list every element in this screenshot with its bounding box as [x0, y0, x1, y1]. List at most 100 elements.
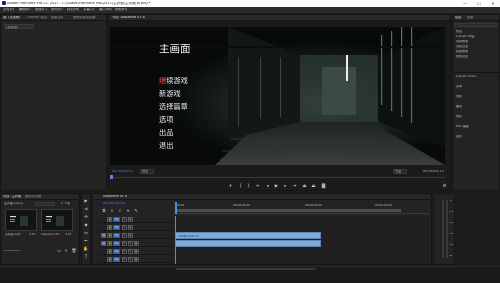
lock-icon[interactable]: 🔒	[107, 241, 112, 246]
source-patch-v1[interactable]: V1	[101, 233, 106, 238]
mark-in-icon[interactable]: {	[238, 184, 243, 189]
slip-tool-icon[interactable]: ⇔	[83, 230, 89, 236]
eye-icon[interactable]: ◉	[128, 233, 133, 238]
go-to-out-icon[interactable]: ⇥	[292, 184, 297, 189]
microphone-icon[interactable]: ●	[134, 241, 139, 246]
section-basic[interactable]: 基本	[456, 85, 462, 88]
close-button[interactable]: ✕	[486, 0, 500, 7]
track-label[interactable]: V3	[113, 217, 120, 222]
minimize-button[interactable]: —	[458, 0, 472, 7]
tab-media-browser[interactable]: 媒体浏览器	[25, 195, 41, 198]
tab-info[interactable]: 信息	[455, 16, 461, 19]
tree-lumetri-presets[interactable]: Lumetri 预设	[456, 35, 475, 38]
tab-project[interactable]: 项目: 主界面	[3, 195, 21, 198]
tree-video-transitions[interactable]: 视频过渡	[456, 55, 468, 58]
menu-sequence[interactable]: 序列(S)	[51, 8, 63, 11]
program-settings-icon[interactable]: ⚙	[442, 184, 447, 189]
video-clip[interactable]: 主界面.mp4 [V]	[175, 232, 321, 239]
section-hsl-secondary[interactable]: HSL 辅助	[456, 125, 469, 128]
mute-icon[interactable]: M	[122, 257, 127, 262]
lock-icon[interactable]: 🔒	[107, 233, 112, 238]
go-to-in-icon[interactable]: ⇤	[256, 184, 261, 189]
tab-source[interactable]: 源: (无剪辑)	[3, 16, 25, 19]
tab-program[interactable]: 节目: Sequence 01 ≡	[112, 16, 145, 19]
pen-tool-icon[interactable]: ✒	[83, 238, 89, 244]
eye-icon[interactable]: ◉	[128, 225, 133, 230]
timeline-track-area[interactable]: 主界面.mp4 [V]	[175, 216, 429, 264]
type-tool-icon[interactable]: T	[83, 254, 89, 260]
program-scrub-bar[interactable]	[110, 177, 445, 178]
track-select-tool-icon[interactable]: ⇉	[83, 206, 89, 212]
program-current-timecode[interactable]: 00;00;00;00	[112, 170, 133, 173]
sync-lock-icon[interactable]: ⇋	[122, 225, 127, 230]
sync-lock-icon[interactable]: ⇋	[122, 233, 127, 238]
lock-icon[interactable]: 🔒	[107, 257, 112, 262]
step-back-icon[interactable]: ◂	[265, 184, 270, 189]
timeline-settings-icon[interactable]: ✎	[133, 208, 139, 214]
step-forward-icon[interactable]: ▸	[283, 184, 288, 189]
tree-audio-effects[interactable]: 音频效果	[456, 40, 468, 43]
track-label[interactable]: A2	[113, 249, 120, 254]
selection-tool-icon[interactable]: ▶	[83, 198, 89, 204]
add-marker-icon[interactable]: ▾	[125, 208, 131, 214]
track-label[interactable]: V2	[113, 225, 120, 230]
export-frame-icon[interactable]: ◙	[321, 184, 326, 189]
tree-video-effects[interactable]: 视频效果	[456, 50, 468, 53]
solo-icon[interactable]: S	[128, 241, 133, 246]
fit-dropdown[interactable]: 适合	[140, 169, 154, 174]
program-playhead[interactable]	[110, 175, 113, 179]
nest-toggle-icon[interactable]: ⧉	[101, 208, 107, 214]
trash-icon[interactable]: 🗑	[71, 248, 77, 254]
tree-audio-transitions[interactable]: 音频过渡	[456, 45, 468, 48]
tab-effect-controls[interactable]: 效果控件	[51, 16, 71, 19]
eye-icon[interactable]: ◉	[128, 217, 133, 222]
lock-icon[interactable]: 🔒	[107, 249, 112, 254]
section-color-wheels[interactable]: 色轮	[456, 115, 462, 118]
project-thumbnail-sequence[interactable]	[41, 209, 73, 231]
track-label[interactable]: V1	[113, 233, 120, 238]
menu-title[interactable]: 字幕(T)	[83, 8, 95, 11]
maximize-button[interactable]: ☐	[472, 0, 486, 7]
zoom-slider[interactable]	[4, 250, 20, 251]
time-ruler[interactable]: :00;00 00;00;01;00 00;00;02;00 00;00;03;…	[175, 202, 429, 214]
menu-edit[interactable]: 编辑(E)	[19, 8, 31, 11]
project-search-input[interactable]	[35, 202, 55, 206]
effects-search-input[interactable]	[455, 23, 497, 27]
new-item-icon[interactable]: +	[63, 248, 69, 254]
mark-out-icon[interactable]: }	[246, 184, 251, 189]
extract-icon[interactable]: ⏏	[311, 184, 316, 189]
timeline-horizontal-scrollbar[interactable]	[176, 268, 316, 270]
section-creative[interactable]: 创意	[456, 95, 462, 98]
project-thumbnail-clip[interactable]	[5, 209, 37, 231]
razor-tool-icon[interactable]: ◆	[83, 222, 89, 228]
play-icon[interactable]: ▶	[274, 184, 279, 189]
section-curves[interactable]: 曲线	[456, 105, 462, 108]
mute-icon[interactable]: M	[122, 249, 127, 254]
add-marker-button[interactable]: ▾	[228, 184, 233, 189]
tab-sequence[interactable]: Sequence 01 ≡	[103, 195, 127, 198]
solo-icon[interactable]: S	[128, 257, 133, 262]
lock-icon[interactable]: 🔒	[107, 225, 112, 230]
new-bin-icon[interactable]: ▭	[56, 248, 62, 254]
tab-audio-clip-mixer[interactable]: 音频剪辑混合器	[73, 16, 105, 19]
snap-icon[interactable]: ∩	[109, 208, 115, 214]
track-label[interactable]: A3	[113, 257, 120, 262]
program-video-frame[interactable]: 主画面 继续游戏 新游戏 选择篇章 选项 出品 退出	[110, 27, 445, 165]
menu-help[interactable]: 帮助(H)	[115, 8, 127, 11]
solo-icon[interactable]: S	[128, 249, 133, 254]
timeline-timecode[interactable]: 00;00;00;00	[103, 202, 125, 206]
microphone-icon[interactable]: ●	[134, 257, 139, 262]
tree-presets[interactable]: 预设	[456, 30, 462, 33]
tab-effects[interactable]: 效果	[467, 16, 473, 19]
audio-clip[interactable]	[175, 240, 321, 247]
timeline-playhead[interactable]	[175, 202, 177, 214]
section-vignette[interactable]: 晕影	[456, 135, 462, 138]
sync-lock-icon[interactable]: ⇋	[122, 217, 127, 222]
ripple-edit-tool-icon[interactable]: ✣	[83, 214, 89, 220]
linked-selection-icon[interactable]: ⊂	[117, 208, 123, 214]
source-patch-a1[interactable]: A1	[101, 241, 106, 246]
work-area-bar[interactable]	[175, 209, 401, 212]
lift-icon[interactable]: ⏏	[302, 184, 307, 189]
playback-resolution-dropdown[interactable]: 完整	[393, 169, 407, 174]
lock-icon[interactable]: 🔒	[107, 217, 112, 222]
